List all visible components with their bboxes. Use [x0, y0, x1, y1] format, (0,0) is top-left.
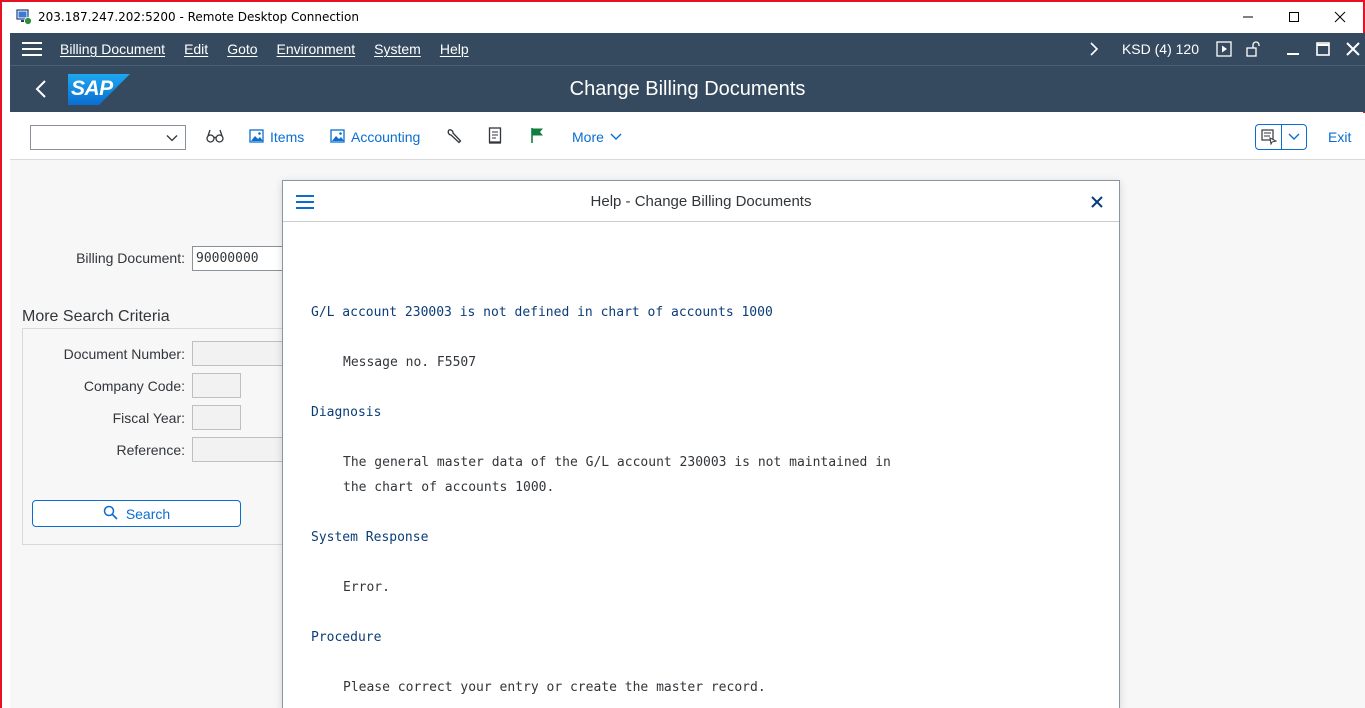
help-dialog: Help - Change Billing Documents G/L acco…: [282, 180, 1120, 708]
fiscal-year-input[interactable]: [192, 405, 241, 430]
minimize-button[interactable]: [1225, 2, 1271, 32]
more-search-criteria-title: More Search Criteria: [22, 308, 170, 325]
document-button[interactable]: [488, 125, 502, 149]
more-button[interactable]: More: [572, 125, 622, 149]
chevron-right-icon[interactable]: [1084, 42, 1104, 56]
menu-system[interactable]: System: [374, 41, 421, 57]
system-info: KSD (4) 120: [1121, 41, 1199, 57]
menu-icon[interactable]: [22, 42, 42, 56]
display-change-button[interactable]: [206, 125, 224, 149]
maximize-icon[interactable]: [1315, 42, 1331, 56]
billing-document-label: Billing Document:: [76, 250, 185, 266]
sap-shellbar: SAP Change Billing Documents: [10, 65, 1365, 112]
close-button[interactable]: [1317, 2, 1363, 32]
reference-input[interactable]: [192, 437, 292, 462]
menu-help[interactable]: Help: [440, 41, 469, 57]
reference-label: Reference:: [116, 442, 185, 458]
exit-button[interactable]: Exit: [1328, 125, 1351, 149]
items-label: Items: [270, 129, 305, 145]
rdp-titlebar: 203.187.247.202:5200 - Remote Desktop Co…: [2, 2, 1363, 32]
document-number-input[interactable]: [192, 341, 292, 366]
flag-icon: [530, 127, 544, 147]
diagnosis-line-2: the chart of accounts 1000.: [343, 480, 555, 495]
accounting-button[interactable]: Accounting: [330, 125, 420, 149]
company-code-label: Company Code:: [83, 378, 185, 394]
error-message: G/L account 230003 is not defined in cha…: [311, 305, 773, 320]
menu-goto[interactable]: Goto: [227, 41, 257, 57]
play-icon[interactable]: [1215, 41, 1233, 57]
minimize-icon[interactable]: [1285, 42, 1301, 56]
dialog-header: Help - Change Billing Documents: [283, 181, 1119, 222]
maximize-button[interactable]: [1271, 2, 1317, 32]
window-title: 203.187.247.202:5200 - Remote Desktop Co…: [38, 10, 359, 24]
chevron-down-icon: [165, 131, 179, 150]
glasses-icon: [206, 128, 224, 147]
wrench-icon: [446, 128, 462, 147]
close-icon[interactable]: [1345, 42, 1361, 56]
page-title: Change Billing Documents: [569, 78, 806, 100]
company-code-input[interactable]: [192, 373, 241, 398]
sap-menubar: Billing Document Edit Goto Environment S…: [10, 33, 1365, 65]
message-number: Message no. F5507: [343, 355, 477, 370]
fiscal-year-label: Fiscal Year:: [112, 410, 185, 426]
document-number-label: Document Number:: [63, 346, 185, 362]
more-label: More: [572, 129, 604, 145]
diagnosis-line-1: The general master data of the G/L accou…: [343, 455, 891, 470]
menu-billing-document[interactable]: Billing Document: [60, 41, 165, 57]
billing-document-input[interactable]: 90000000: [192, 246, 292, 271]
image-icon: [330, 128, 345, 146]
diagnosis-heading: Diagnosis: [311, 405, 382, 420]
chevron-down-icon[interactable]: [1282, 125, 1306, 149]
exit-label: Exit: [1328, 129, 1352, 145]
system-response-heading: System Response: [311, 530, 429, 545]
notification-split-button[interactable]: [1255, 124, 1307, 150]
accounting-label: Accounting: [351, 129, 421, 145]
flag-button[interactable]: [530, 125, 544, 149]
search-icon: [103, 505, 118, 523]
close-icon[interactable]: [1089, 194, 1105, 210]
search-button[interactable]: Search: [32, 500, 241, 527]
menu-environment[interactable]: Environment: [277, 41, 356, 57]
chevron-down-icon: [610, 129, 622, 145]
remote-desktop-icon: [16, 9, 32, 25]
unlock-icon[interactable]: [1245, 40, 1263, 58]
procedure-text: Please correct your entry or create the …: [343, 680, 766, 695]
system-response-text: Error.: [343, 580, 390, 595]
wrench-button[interactable]: [446, 125, 462, 149]
document-icon: [488, 127, 502, 147]
image-icon: [249, 128, 264, 146]
search-label: Search: [125, 505, 171, 522]
items-button[interactable]: Items: [249, 125, 304, 149]
command-field[interactable]: [30, 125, 186, 150]
application-toolbar: Items Accounting More Exit: [10, 113, 1365, 160]
screen-message-icon[interactable]: [1256, 125, 1282, 149]
remote-desktop-window: 203.187.247.202:5200 - Remote Desktop Co…: [0, 0, 1365, 708]
menu-edit[interactable]: Edit: [184, 41, 208, 57]
dialog-title: Help - Change Billing Documents: [590, 193, 812, 210]
procedure-heading: Procedure: [311, 630, 382, 645]
